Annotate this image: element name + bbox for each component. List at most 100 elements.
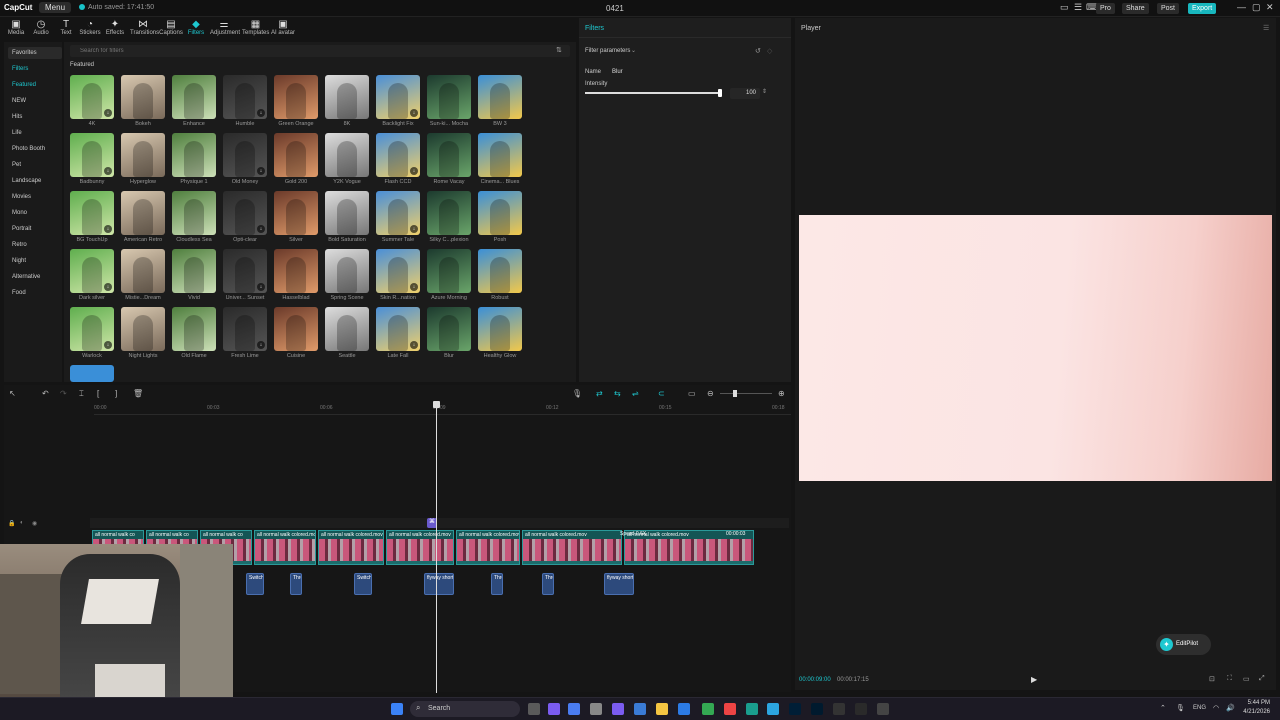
sort-icon[interactable]: ⇅ <box>556 46 562 54</box>
tab-ai-avatar[interactable]: ▣ AI avatar <box>271 19 295 36</box>
filter-thumbnail[interactable]: ↓ <box>70 75 114 119</box>
filter-card[interactable]: ↓ Skin R...nation <box>376 249 420 301</box>
play-icon[interactable]: ▶ <box>1031 675 1037 684</box>
filter-card[interactable]: ↓ Summer Tale <box>376 191 420 243</box>
filter-card[interactable]: Silky C...plexion <box>427 191 471 243</box>
undo-icon[interactable]: ↶ <box>42 389 49 398</box>
chrome-icon[interactable] <box>702 703 714 715</box>
app4-icon[interactable] <box>746 703 758 715</box>
tab-media[interactable]: ▣ Media <box>4 19 28 36</box>
filter-thumbnail[interactable] <box>325 249 369 293</box>
telegram-icon[interactable] <box>767 703 779 715</box>
volume-icon[interactable]: 🔊 <box>1226 704 1235 712</box>
category-food[interactable]: Food <box>8 287 62 299</box>
tab-audio[interactable]: ◷ Audio <box>29 19 53 36</box>
crop-icon[interactable]: ⛶ <box>1227 675 1232 683</box>
filter-thumbnail[interactable]: ↓ <box>223 75 267 119</box>
filter-thumbnail[interactable]: ↓ <box>70 249 114 293</box>
download-icon[interactable]: ↓ <box>104 109 112 117</box>
sub-clip[interactable]: flyway short <box>604 573 634 595</box>
filter-thumbnail[interactable] <box>172 249 216 293</box>
filter-thumbnail[interactable] <box>121 75 165 119</box>
explorer-icon[interactable] <box>656 703 668 715</box>
filter-card[interactable]: Seattle <box>325 307 369 359</box>
filter-card[interactable]: Silver <box>274 191 318 243</box>
category-photo-booth[interactable]: Photo Booth <box>8 143 62 155</box>
filter-card[interactable]: ↓ Late Fall <box>376 307 420 359</box>
preview-axis-icon[interactable]: ⇌ <box>632 389 639 398</box>
app-icon[interactable] <box>590 703 602 715</box>
filter-card[interactable]: Sun-ki... Mocha <box>427 75 471 127</box>
filter-thumbnail[interactable] <box>172 307 216 351</box>
video-clip[interactable]: all normal walk colored.mov <box>456 530 520 565</box>
category-featured[interactable]: Featured <box>8 79 62 91</box>
tab-captions[interactable]: ▤ Captions <box>159 19 183 36</box>
snap-icon[interactable]: ⇆ <box>614 389 621 398</box>
filter-thumbnail[interactable] <box>325 191 369 235</box>
download-icon[interactable]: ↓ <box>104 225 112 233</box>
playhead[interactable] <box>436 403 437 693</box>
download-icon[interactable]: ↓ <box>104 167 112 175</box>
app2-icon[interactable] <box>612 703 624 715</box>
time-ruler[interactable]: 00:00 00:03 00:06 00:09 00:12 00:15 00:18 <box>94 405 791 415</box>
caption-icon[interactable]: ▭ <box>688 389 696 398</box>
trim-right-icon[interactable]: ] <box>115 389 117 398</box>
select-tool-icon[interactable]: ↖ <box>9 389 16 398</box>
filter-card[interactable]: Cloudless Sea <box>172 191 216 243</box>
reset-icon[interactable]: ↺ <box>755 47 761 55</box>
mute-icon[interactable]: ◉ <box>32 520 37 527</box>
filter-thumbnail[interactable] <box>325 133 369 177</box>
filter-thumbnail[interactable] <box>325 307 369 351</box>
filter-card[interactable]: Old Flame <box>172 307 216 359</box>
maximize-icon[interactable]: ▢ <box>1252 2 1261 13</box>
category-mono[interactable]: Mono <box>8 207 62 219</box>
filter-thumbnail[interactable]: ↓ <box>70 307 114 351</box>
download-icon[interactable]: ↓ <box>257 341 265 349</box>
post-button[interactable]: Post <box>1157 3 1180 14</box>
filter-thumbnail[interactable] <box>121 191 165 235</box>
app3-icon[interactable] <box>724 703 736 715</box>
fit-icon[interactable]: ⊡ <box>1209 675 1215 683</box>
teams-icon[interactable] <box>568 703 580 715</box>
playhead-handle[interactable] <box>433 401 440 408</box>
fullscreen-icon[interactable]: ⤢ <box>1259 675 1265 683</box>
filter-card[interactable]: ↓ Humble <box>223 75 267 127</box>
download-icon[interactable]: ↓ <box>410 225 418 233</box>
filter-card[interactable]: Blur <box>427 307 471 359</box>
filter-thumbnail[interactable] <box>325 75 369 119</box>
capcut-active-icon[interactable] <box>877 703 889 715</box>
filter-card[interactable]: ↓ Flash CCD <box>376 133 420 185</box>
split-icon[interactable]: ⌶ <box>79 389 84 399</box>
sub-clip[interactable]: Thro <box>491 573 503 595</box>
app5-icon[interactable] <box>855 703 867 715</box>
tab-stickers[interactable]: ◔ Stickers <box>78 19 102 36</box>
category-retro[interactable]: Retro <box>8 239 62 251</box>
download-icon[interactable]: ↓ <box>257 167 265 175</box>
category-portrait[interactable]: Portrait <box>8 223 62 235</box>
download-icon[interactable]: ↓ <box>410 283 418 291</box>
store-icon[interactable] <box>634 703 646 715</box>
category-landscape[interactable]: Landscape <box>8 175 62 187</box>
tab-templates[interactable]: ▦ Templates <box>242 19 269 36</box>
filter-thumbnail[interactable]: ↓ <box>223 133 267 177</box>
zoom-out-icon[interactable]: ⊖ <box>707 389 714 398</box>
filter-thumbnail[interactable]: ↓ <box>376 133 420 177</box>
zoom-slider[interactable] <box>720 393 772 394</box>
filter-thumbnail[interactable] <box>172 75 216 119</box>
filter-card[interactable]: Mistie...Dream <box>121 249 165 301</box>
video-preview[interactable] <box>799 215 1272 481</box>
video-clip[interactable]: all normal walk colored.mov <box>318 530 384 565</box>
magnet-icon[interactable]: ⊂ <box>658 389 665 398</box>
filter-card[interactable]: ↓ Old Money <box>223 133 267 185</box>
ratio-icon[interactable]: ▭ <box>1243 675 1250 683</box>
menu-icon[interactable]: ☰ <box>1263 24 1269 32</box>
start-icon[interactable] <box>391 703 403 715</box>
category-night[interactable]: Night <box>8 255 62 267</box>
pro-button[interactable]: Pro <box>1096 3 1115 14</box>
editpilot-button[interactable]: ✦ EditPilot <box>1156 634 1211 655</box>
outlook-icon[interactable] <box>678 703 690 715</box>
filter-thumbnail[interactable] <box>478 249 522 293</box>
filter-thumbnail[interactable] <box>427 133 471 177</box>
filter-card[interactable]: ↓ Fresh Lime <box>223 307 267 359</box>
mic-icon[interactable]: 🎙 <box>572 389 582 398</box>
